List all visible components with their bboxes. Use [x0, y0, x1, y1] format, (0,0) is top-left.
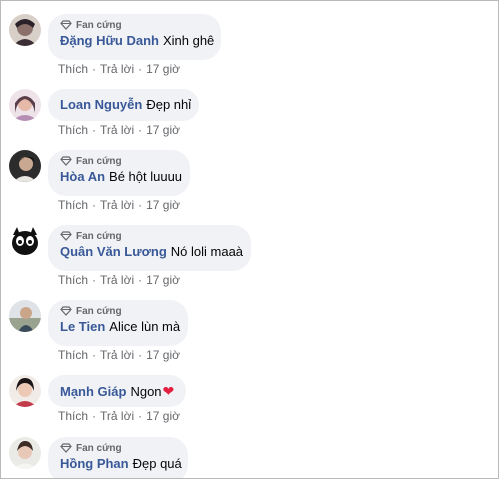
reply-link[interactable]: Trả lời	[100, 198, 134, 212]
comment-actions: Thích · Trả lời · 17 giờ	[58, 123, 180, 137]
separator: ·	[138, 123, 143, 137]
comment-actions: Thích · Trả lời · 17 giờ	[58, 198, 180, 212]
top-fan-badge: Fan cứng	[60, 304, 176, 318]
avatar[interactable]	[9, 89, 41, 121]
comment-author[interactable]: Quân Văn Lương	[60, 244, 167, 259]
comment-actions: Thích · Trả lời · 17 giờ	[58, 273, 180, 287]
comment-bubble: Fan cứng Hòa An Bé hột luuuu	[48, 150, 190, 196]
reply-link[interactable]: Trả lời	[100, 409, 134, 423]
comment-author[interactable]: Mạnh Giáp	[60, 384, 126, 399]
comment-text: Bé hột luuuu	[109, 169, 183, 184]
separator: ·	[92, 409, 97, 423]
comment-time[interactable]: 17 giờ	[146, 62, 180, 76]
top-fan-badge: Fan cứng	[60, 154, 178, 168]
comment-text: Nó loli maaà	[170, 244, 244, 259]
comment-time[interactable]: 17 giờ	[146, 123, 180, 137]
separator: ·	[92, 123, 97, 137]
separator: ·	[138, 198, 143, 212]
avatar[interactable]	[9, 437, 41, 469]
avatar[interactable]	[9, 300, 41, 332]
comment-list: Fan cứng Đặng Hữu Danh Xinh ghê Thích · Trả…	[0, 0, 499, 479]
reply-link[interactable]: Trả lời	[100, 273, 134, 287]
comment-text: Alice lùn mà	[109, 319, 181, 334]
reply-link[interactable]: Trả lời	[100, 348, 134, 362]
like-link[interactable]: Thích	[58, 123, 88, 137]
comment-author[interactable]: Le Tien	[60, 319, 105, 334]
avatar[interactable]	[9, 14, 41, 46]
separator: ·	[92, 198, 97, 212]
separator: ·	[92, 62, 97, 76]
comment-text: Đẹp quá	[132, 456, 182, 471]
comment-text: Xinh ghê	[162, 33, 215, 48]
diamond-icon	[60, 306, 72, 316]
separator: ·	[138, 409, 143, 423]
comment-author[interactable]: Hòa An	[60, 169, 105, 184]
comment-actions: Thích · Trả lời · 17 giờ	[58, 409, 180, 423]
comment-time[interactable]: 17 giờ	[146, 198, 180, 212]
avatar[interactable]	[9, 375, 41, 407]
heart-emoji: ❤	[162, 383, 175, 399]
separator: ·	[92, 348, 97, 362]
reply-link[interactable]: Trả lời	[100, 123, 134, 137]
comment-author[interactable]: Hồng Phan	[60, 456, 129, 471]
separator: ·	[92, 273, 97, 287]
diamond-icon	[60, 20, 72, 30]
diamond-icon	[60, 231, 72, 241]
comment-time[interactable]: 17 giờ	[146, 273, 180, 287]
comment-bubble: Mạnh Giáp Ngon❤	[48, 375, 186, 407]
top-fan-badge: Fan cứng	[60, 18, 209, 32]
like-link[interactable]: Thích	[58, 62, 88, 76]
comment-text: Ngon	[130, 384, 162, 399]
diamond-icon	[60, 156, 72, 166]
comment-actions: Thích · Trả lời · 17 giờ	[58, 62, 180, 76]
diamond-icon	[60, 443, 72, 453]
top-fan-badge: Fan cứng	[60, 441, 176, 455]
top-fan-badge: Fan cứng	[60, 229, 239, 243]
comment-author[interactable]: Đặng Hữu Danh	[60, 33, 159, 48]
comment-author[interactable]: Loan Nguyễn	[60, 97, 142, 112]
comment-text: Đẹp nhỉ	[146, 97, 192, 112]
separator: ·	[138, 62, 143, 76]
like-link[interactable]: Thích	[58, 273, 88, 287]
comment-bubble: Fan cứng Hồng Phan Đẹp quá	[48, 437, 188, 478]
avatar[interactable]	[9, 225, 41, 257]
avatar[interactable]	[9, 150, 41, 182]
like-link[interactable]: Thích	[58, 409, 88, 423]
separator: ·	[138, 348, 143, 362]
comment-actions: Thích · Trả lời · 17 giờ	[58, 348, 180, 362]
like-link[interactable]: Thích	[58, 198, 88, 212]
comment-bubble: Fan cứng Đặng Hữu Danh Xinh ghê	[48, 14, 221, 60]
comment-time[interactable]: 17 giờ	[146, 409, 180, 423]
comment-bubble: Fan cứng Le Tien Alice lùn mà	[48, 300, 188, 346]
comment-bubble: Fan cứng Quân Văn Lương Nó loli maaà	[48, 225, 251, 271]
like-link[interactable]: Thích	[58, 348, 88, 362]
comment-bubble: Loan Nguyễn Đẹp nhỉ	[48, 89, 199, 121]
separator: ·	[138, 273, 143, 287]
comment-time[interactable]: 17 giờ	[146, 348, 180, 362]
reply-link[interactable]: Trả lời	[100, 62, 134, 76]
